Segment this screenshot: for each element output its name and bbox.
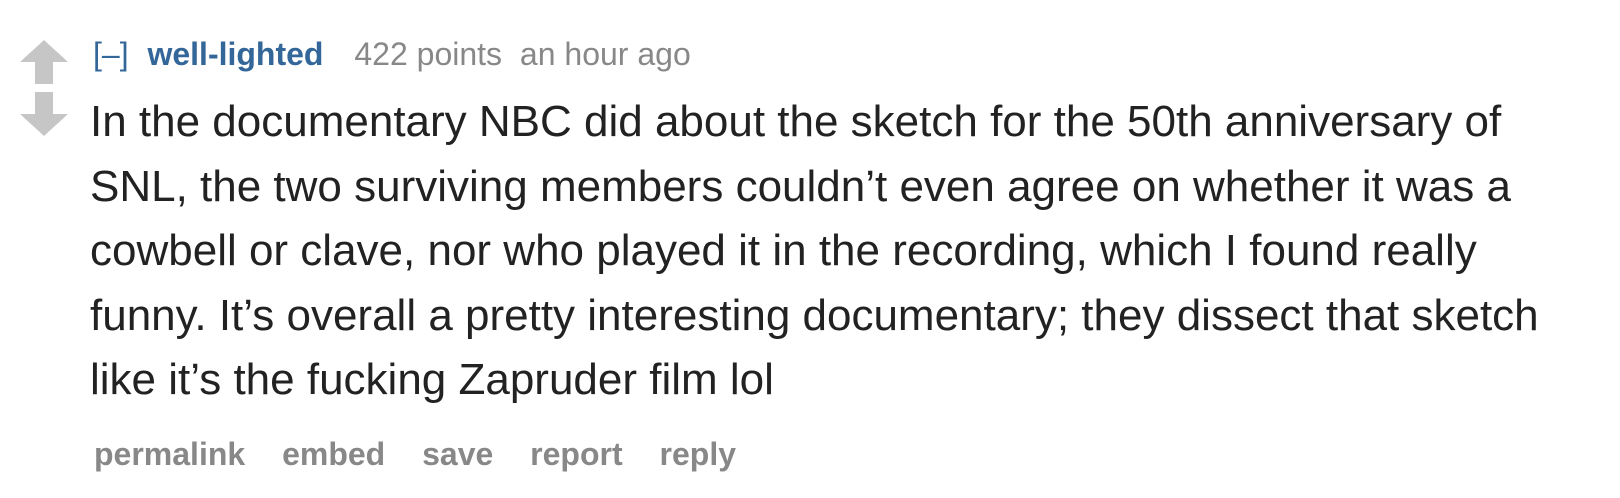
permalink-link[interactable]: permalink — [94, 436, 245, 472]
vote-column — [18, 38, 70, 138]
downvote-arrow-icon[interactable] — [18, 90, 70, 138]
author-link[interactable]: well-lighted — [147, 36, 323, 72]
timestamp: an hour ago — [519, 36, 691, 72]
comment-body: In the documentary NBC did about the ske… — [90, 97, 1539, 404]
comment: [–] well-lighted 422 points an hour ago … — [0, 0, 1620, 498]
comment-actions: permalink embed save report reply — [94, 434, 764, 474]
embed-link[interactable]: embed — [282, 436, 385, 472]
report-link[interactable]: report — [530, 436, 622, 472]
upvote-arrow-icon[interactable] — [18, 38, 70, 86]
reply-link[interactable]: reply — [660, 436, 736, 472]
comment-tagline: [–] well-lighted 422 points an hour ago — [93, 34, 691, 74]
collapse-toggle[interactable]: [–] — [93, 36, 129, 72]
score: 422 points — [354, 36, 503, 72]
save-link[interactable]: save — [422, 436, 493, 472]
